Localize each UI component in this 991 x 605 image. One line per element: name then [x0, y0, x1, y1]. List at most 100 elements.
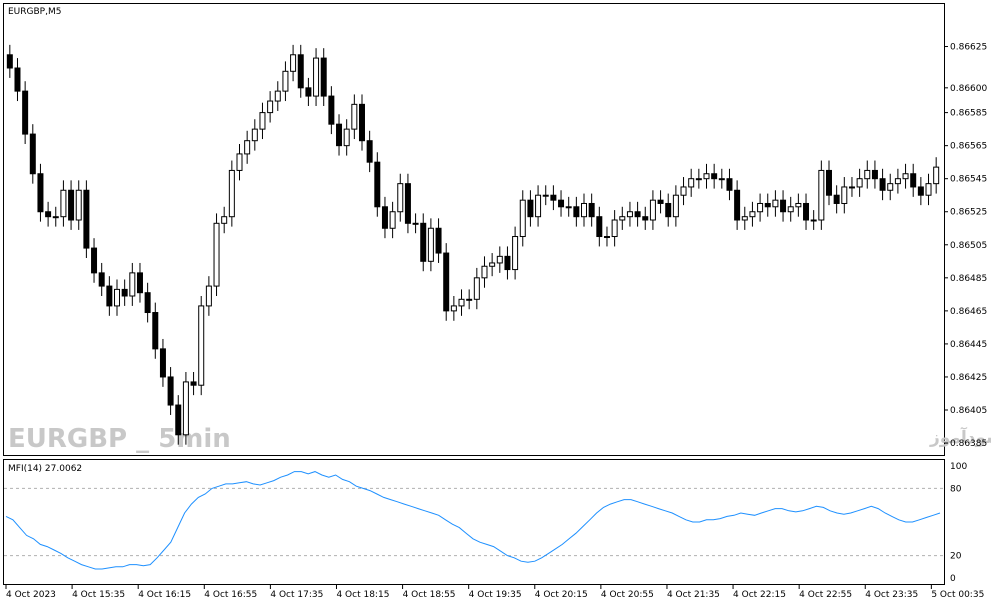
price-tick-label: 0.86525	[950, 208, 987, 218]
candle-body	[182, 381, 189, 436]
candle-body	[603, 236, 610, 239]
candle-body	[52, 216, 59, 219]
time-tick-label: 4 Oct 22:15	[733, 590, 786, 600]
time-tick-label: 4 Oct 16:55	[204, 590, 257, 600]
candle-body	[297, 54, 304, 89]
mfi-title: MFI(14) 27.0062	[8, 464, 82, 474]
price-tick-label: 0.86445	[950, 340, 987, 350]
candle-body	[764, 202, 771, 208]
candle-body	[825, 169, 832, 196]
candle-body	[228, 169, 235, 218]
candle-body	[519, 199, 526, 238]
chart-canvas: EURGBP,M5 MFI(14) 27.0062 EURGBP _ 5min …	[3, 3, 991, 600]
candle-body	[711, 173, 718, 180]
candle-body	[672, 194, 679, 218]
chart-title: EURGBP,M5	[8, 7, 61, 17]
time-tick-label: 4 Oct 2023	[6, 590, 56, 600]
candle-body	[435, 227, 442, 254]
candle-body	[634, 211, 641, 218]
mfi-axis: 100 80 20 0	[950, 462, 967, 584]
candle-body	[565, 206, 572, 209]
candle-body	[114, 288, 121, 307]
candle-body	[749, 211, 756, 218]
candle-body	[129, 272, 136, 297]
watermark-symbol: EURGBP _ 5min	[8, 424, 231, 454]
candle-body	[274, 90, 281, 102]
time-tick-label: 4 Oct 15:35	[72, 590, 125, 600]
candle-body	[37, 173, 44, 213]
candle-body	[772, 199, 779, 208]
candle-body	[152, 312, 159, 350]
candle-body	[703, 173, 710, 180]
candle-body	[887, 183, 894, 191]
candle-body	[473, 277, 480, 300]
candle-body	[902, 173, 909, 180]
candle-body	[810, 219, 817, 222]
candle-body	[535, 194, 542, 218]
candle-body	[320, 57, 327, 97]
candle-body	[374, 161, 381, 208]
candle-body	[757, 202, 764, 213]
candle-body	[466, 298, 473, 301]
candle-body	[351, 103, 358, 130]
candle-body	[236, 153, 243, 171]
candle-body	[833, 194, 840, 204]
candle-body	[45, 211, 52, 218]
candle-body	[803, 202, 810, 221]
candle-body	[688, 178, 695, 188]
candle-body	[787, 206, 794, 213]
mfi-tick-label: 100	[950, 462, 967, 472]
price-tick-label: 0.86585	[950, 109, 987, 119]
time-tick-label: 4 Oct 17:35	[270, 590, 323, 600]
price-panel[interactable]	[3, 3, 945, 456]
candle-body	[290, 54, 297, 72]
price-axis: 0.86625 0.86600 0.86585 0.86565 0.86545 0.865…	[944, 43, 987, 449]
candle-body	[450, 305, 457, 312]
candle-body	[358, 103, 365, 142]
candle-body	[14, 67, 21, 92]
time-tick-label: 4 Oct 20:55	[601, 590, 654, 600]
candle-body	[244, 140, 251, 155]
candle-body	[221, 216, 228, 224]
candle-body	[611, 219, 618, 238]
candle-body	[726, 178, 733, 191]
time-tick-label: 4 Oct 18:55	[403, 590, 456, 600]
candle-body	[336, 123, 343, 147]
price-tick-label: 0.86565	[950, 142, 987, 152]
price-tick-label: 0.86405	[950, 406, 987, 416]
candle-body	[190, 381, 197, 386]
candle-body	[642, 216, 649, 221]
candle-body	[412, 222, 419, 225]
candle-body	[83, 189, 90, 249]
candle-body	[527, 199, 534, 218]
time-tick-label: 4 Oct 23:35	[865, 590, 918, 600]
candle-body	[144, 292, 151, 314]
candle-body	[420, 222, 427, 262]
time-axis: 4 Oct 2023 4 Oct 15:35 4 Oct 16:15 4 Oct 16…	[5, 585, 984, 600]
price-tick-label: 0.86425	[950, 373, 987, 383]
candle-body	[879, 178, 886, 191]
candle-body	[389, 211, 396, 229]
candle-body	[657, 199, 664, 204]
candle-body	[68, 189, 75, 221]
time-tick-label: 4 Oct 21:35	[667, 590, 720, 600]
candle-body	[917, 186, 924, 196]
candle-body	[489, 262, 496, 267]
candle-body	[542, 194, 549, 197]
candle-body	[588, 202, 595, 218]
price-tick-label: 0.86385	[950, 439, 987, 449]
candle-body	[626, 211, 633, 218]
candle-body	[175, 404, 182, 436]
price-tick-label: 0.86625	[950, 43, 987, 53]
candle-body	[848, 186, 855, 189]
candle-body	[22, 90, 29, 135]
candle-body	[741, 216, 748, 221]
candle-body	[305, 87, 312, 97]
candle-body	[558, 199, 565, 208]
candle-body	[680, 186, 687, 196]
candle-body	[795, 202, 802, 208]
candle-body	[734, 189, 741, 221]
candle-body	[366, 140, 373, 163]
candle-body	[404, 183, 411, 224]
candle-body	[397, 183, 404, 213]
